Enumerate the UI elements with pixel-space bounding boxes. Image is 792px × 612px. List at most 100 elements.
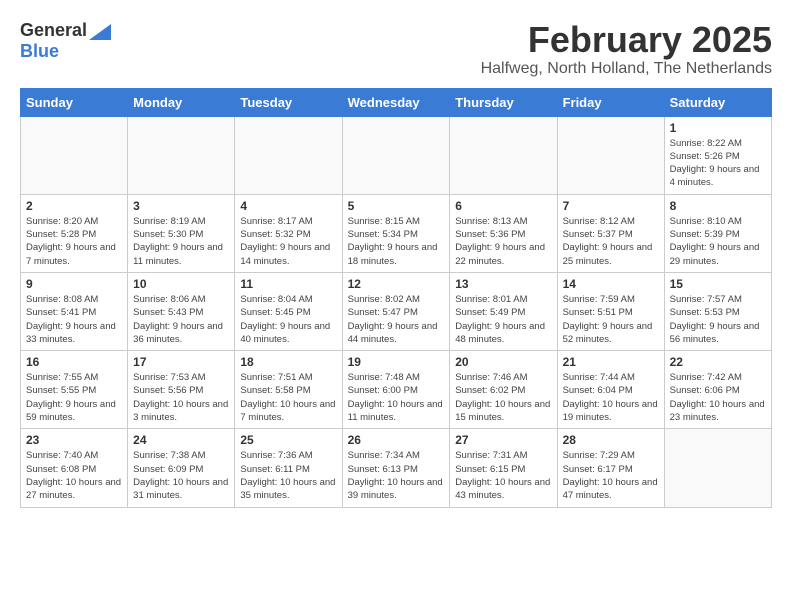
day-number: 6 bbox=[455, 199, 551, 213]
day-info: Sunrise: 8:02 AMSunset: 5:47 PMDaylight:… bbox=[348, 293, 445, 346]
day-number: 4 bbox=[240, 199, 336, 213]
day-info: Sunrise: 8:22 AMSunset: 5:26 PMDaylight:… bbox=[670, 137, 766, 190]
calendar-cell: 13Sunrise: 8:01 AMSunset: 5:49 PMDayligh… bbox=[450, 272, 557, 350]
calendar-cell: 1 Sunrise: 8:22 AMSunset: 5:26 PMDaylight… bbox=[664, 116, 771, 194]
calendar-cell: 21 Sunrise: 7:44 AMSunset: 6:04 PMDayligh… bbox=[557, 351, 664, 429]
day-number: 14 bbox=[563, 277, 659, 291]
header-friday: Friday bbox=[557, 88, 664, 116]
calendar-week-row: 9Sunrise: 8:08 AMSunset: 5:41 PMDaylight… bbox=[21, 272, 772, 350]
calendar-cell: 4 Sunrise: 8:17 AMSunset: 5:32 PMDaylight… bbox=[235, 194, 342, 272]
day-info: Sunrise: 8:10 AMSunset: 5:39 PMDaylight:… bbox=[670, 215, 766, 268]
day-number: 28 bbox=[563, 433, 659, 447]
day-info: Sunrise: 8:20 AMSunset: 5:28 PMDaylight:… bbox=[26, 215, 122, 268]
header-wednesday: Wednesday bbox=[342, 88, 450, 116]
day-info: Sunrise: 7:38 AMSunset: 6:09 PMDaylight:… bbox=[133, 449, 229, 502]
day-info: Sunrise: 8:13 AMSunset: 5:36 PMDaylight:… bbox=[455, 215, 551, 268]
day-number: 16 bbox=[26, 355, 122, 369]
calendar-week-row: 23Sunrise: 7:40 AMSunset: 6:08 PMDayligh… bbox=[21, 429, 772, 507]
logo-general-text: General bbox=[20, 20, 87, 41]
day-info: Sunrise: 7:59 AMSunset: 5:51 PMDaylight:… bbox=[563, 293, 659, 346]
day-info: Sunrise: 7:51 AMSunset: 5:58 PMDaylight:… bbox=[240, 371, 336, 424]
day-number: 10 bbox=[133, 277, 229, 291]
title-section: February 2025 Halfweg, North Holland, Th… bbox=[481, 20, 772, 78]
day-info: Sunrise: 7:57 AMSunset: 5:53 PMDaylight:… bbox=[670, 293, 766, 346]
day-number: 5 bbox=[348, 199, 445, 213]
day-info: Sunrise: 7:34 AMSunset: 6:13 PMDaylight:… bbox=[348, 449, 445, 502]
day-number: 1 bbox=[670, 121, 766, 135]
day-info: Sunrise: 8:01 AMSunset: 5:49 PMDaylight:… bbox=[455, 293, 551, 346]
calendar-cell: 11Sunrise: 8:04 AMSunset: 5:45 PMDayligh… bbox=[235, 272, 342, 350]
calendar-cell bbox=[128, 116, 235, 194]
calendar-cell bbox=[21, 116, 128, 194]
calendar-cell bbox=[557, 116, 664, 194]
logo-icon bbox=[89, 24, 111, 40]
day-number: 8 bbox=[670, 199, 766, 213]
day-number: 26 bbox=[348, 433, 445, 447]
calendar-table: Sunday Monday Tuesday Wednesday Thursday… bbox=[20, 88, 772, 508]
day-info: Sunrise: 7:48 AMSunset: 6:00 PMDaylight:… bbox=[348, 371, 445, 424]
day-number: 19 bbox=[348, 355, 445, 369]
calendar-cell: 26 Sunrise: 7:34 AMSunset: 6:13 PMDayligh… bbox=[342, 429, 450, 507]
day-info: Sunrise: 7:31 AMSunset: 6:15 PMDaylight:… bbox=[455, 449, 551, 502]
calendar-cell: 5 Sunrise: 8:15 AMSunset: 5:34 PMDaylight… bbox=[342, 194, 450, 272]
calendar-header: Sunday Monday Tuesday Wednesday Thursday… bbox=[21, 88, 772, 116]
calendar-cell: 9Sunrise: 8:08 AMSunset: 5:41 PMDaylight… bbox=[21, 272, 128, 350]
day-info: Sunrise: 8:19 AMSunset: 5:30 PMDaylight:… bbox=[133, 215, 229, 268]
day-info: Sunrise: 8:17 AMSunset: 5:32 PMDaylight:… bbox=[240, 215, 336, 268]
logo: General Blue bbox=[20, 20, 111, 62]
calendar-cell: 27 Sunrise: 7:31 AMSunset: 6:15 PMDayligh… bbox=[450, 429, 557, 507]
day-number: 15 bbox=[670, 277, 766, 291]
location-subtitle: Halfweg, North Holland, The Netherlands bbox=[481, 60, 772, 78]
calendar-cell: 23Sunrise: 7:40 AMSunset: 6:08 PMDayligh… bbox=[21, 429, 128, 507]
day-info: Sunrise: 7:29 AMSunset: 6:17 PMDaylight:… bbox=[563, 449, 659, 502]
day-info: Sunrise: 8:04 AMSunset: 5:45 PMDaylight:… bbox=[240, 293, 336, 346]
calendar-cell: 22 Sunrise: 7:42 AMSunset: 6:06 PMDayligh… bbox=[664, 351, 771, 429]
calendar-cell: 16 Sunrise: 7:55 AMSunset: 5:55 PMDayligh… bbox=[21, 351, 128, 429]
day-number: 24 bbox=[133, 433, 229, 447]
header-tuesday: Tuesday bbox=[235, 88, 342, 116]
day-number: 17 bbox=[133, 355, 229, 369]
day-number: 25 bbox=[240, 433, 336, 447]
calendar-cell bbox=[342, 116, 450, 194]
calendar-cell: 18Sunrise: 7:51 AMSunset: 5:58 PMDayligh… bbox=[235, 351, 342, 429]
calendar-body: 1 Sunrise: 8:22 AMSunset: 5:26 PMDaylight… bbox=[21, 116, 772, 507]
day-number: 22 bbox=[670, 355, 766, 369]
calendar-cell bbox=[664, 429, 771, 507]
month-title: February 2025 bbox=[481, 20, 772, 60]
calendar-cell bbox=[450, 116, 557, 194]
calendar-cell: 8 Sunrise: 8:10 AMSunset: 5:39 PMDaylight… bbox=[664, 194, 771, 272]
calendar-week-row: 1 Sunrise: 8:22 AMSunset: 5:26 PMDaylight… bbox=[21, 116, 772, 194]
logo-blue-text: Blue bbox=[20, 41, 59, 61]
calendar-cell: 6 Sunrise: 8:13 AMSunset: 5:36 PMDaylight… bbox=[450, 194, 557, 272]
calendar-cell: 24 Sunrise: 7:38 AMSunset: 6:09 PMDayligh… bbox=[128, 429, 235, 507]
calendar-cell: 2 Sunrise: 8:20 AMSunset: 5:28 PMDaylight… bbox=[21, 194, 128, 272]
calendar-cell: 25 Sunrise: 7:36 AMSunset: 6:11 PMDayligh… bbox=[235, 429, 342, 507]
calendar-cell: 19 Sunrise: 7:48 AMSunset: 6:00 PMDayligh… bbox=[342, 351, 450, 429]
day-number: 9 bbox=[26, 277, 122, 291]
day-number: 27 bbox=[455, 433, 551, 447]
weekday-header-row: Sunday Monday Tuesday Wednesday Thursday… bbox=[21, 88, 772, 116]
day-info: Sunrise: 8:12 AMSunset: 5:37 PMDaylight:… bbox=[563, 215, 659, 268]
day-number: 21 bbox=[563, 355, 659, 369]
day-info: Sunrise: 7:44 AMSunset: 6:04 PMDaylight:… bbox=[563, 371, 659, 424]
calendar-cell: 28 Sunrise: 7:29 AMSunset: 6:17 PMDayligh… bbox=[557, 429, 664, 507]
calendar-cell: 12Sunrise: 8:02 AMSunset: 5:47 PMDayligh… bbox=[342, 272, 450, 350]
day-info: Sunrise: 7:42 AMSunset: 6:06 PMDaylight:… bbox=[670, 371, 766, 424]
calendar-cell: 15 Sunrise: 7:57 AMSunset: 5:53 PMDayligh… bbox=[664, 272, 771, 350]
calendar-cell: 14 Sunrise: 7:59 AMSunset: 5:51 PMDayligh… bbox=[557, 272, 664, 350]
calendar-cell: 7 Sunrise: 8:12 AMSunset: 5:37 PMDaylight… bbox=[557, 194, 664, 272]
day-number: 2 bbox=[26, 199, 122, 213]
header-saturday: Saturday bbox=[664, 88, 771, 116]
day-info: Sunrise: 7:36 AMSunset: 6:11 PMDaylight:… bbox=[240, 449, 336, 502]
calendar-cell: 20Sunrise: 7:46 AMSunset: 6:02 PMDayligh… bbox=[450, 351, 557, 429]
calendar-cell: 10Sunrise: 8:06 AMSunset: 5:43 PMDayligh… bbox=[128, 272, 235, 350]
day-number: 3 bbox=[133, 199, 229, 213]
day-info: Sunrise: 7:55 AMSunset: 5:55 PMDaylight:… bbox=[26, 371, 122, 424]
calendar-week-row: 2 Sunrise: 8:20 AMSunset: 5:28 PMDaylight… bbox=[21, 194, 772, 272]
day-info: Sunrise: 8:15 AMSunset: 5:34 PMDaylight:… bbox=[348, 215, 445, 268]
header-monday: Monday bbox=[128, 88, 235, 116]
calendar-week-row: 16 Sunrise: 7:55 AMSunset: 5:55 PMDayligh… bbox=[21, 351, 772, 429]
day-number: 7 bbox=[563, 199, 659, 213]
calendar-cell bbox=[235, 116, 342, 194]
header-sunday: Sunday bbox=[21, 88, 128, 116]
